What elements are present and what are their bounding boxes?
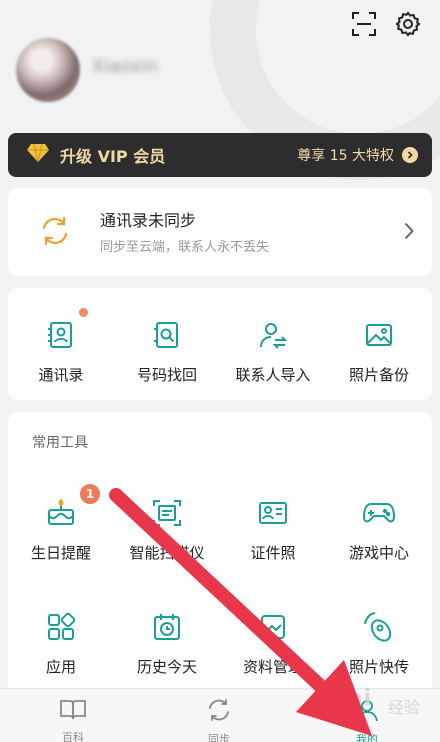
watermark-caption: 经验 — [388, 698, 421, 717]
tool-photo-transfer[interactable]: 照片快传 — [326, 610, 432, 677]
diamond-icon — [26, 143, 50, 167]
tab-label: 同步 — [208, 733, 230, 742]
history-today-icon — [150, 610, 184, 644]
gear-icon[interactable] — [392, 8, 424, 40]
contacts-sync-card[interactable]: 通讯录未同步 同步至云端，联系人永不丢失 — [8, 188, 432, 276]
tool-apps[interactable]: 应用 — [8, 610, 114, 677]
birthday-cake-icon: 1 — [44, 484, 100, 530]
gamepad-icon — [362, 496, 396, 530]
sync-title: 通讯录未同步 — [100, 211, 197, 230]
contact-import-icon — [256, 318, 290, 352]
nickname[interactable]: Xiaoxin — [92, 56, 158, 77]
tool-label: 智能扫描仪 — [129, 544, 205, 562]
photo-transfer-icon — [362, 610, 396, 644]
scan-icon[interactable] — [348, 8, 380, 40]
quick-action-label: 联系人导入 — [235, 366, 311, 384]
quick-action-label: 号码找回 — [136, 366, 197, 384]
notification-badge: 1 — [80, 484, 100, 504]
quick-action-photo-backup[interactable]: 照片备份 — [326, 318, 432, 385]
vip-upgrade-banner[interactable]: 升级 VIP 会员 尊享 15 大特权 — [8, 133, 432, 177]
tool-birthday-reminder[interactable]: 1 生日提醒 — [8, 484, 114, 563]
common-tools-card: 常用工具 1 生日提醒 智能扫描仪 证件照 游戏中心 应用 历史今天 资料管理 … — [8, 412, 432, 702]
contacts-icon — [44, 308, 88, 352]
chevron-right-icon — [402, 147, 418, 163]
tool-label: 历史今天 — [136, 658, 197, 676]
chevron-right-icon — [404, 222, 414, 244]
quick-action-number-recovery[interactable]: 号码找回 — [114, 318, 220, 385]
tool-label: 应用 — [45, 658, 76, 676]
tool-label: 照片快传 — [348, 658, 409, 676]
tool-label: 生日提醒 — [30, 544, 91, 562]
photo-backup-icon — [362, 318, 396, 352]
tools-section-title: 常用工具 — [32, 435, 88, 451]
smart-scanner-icon — [150, 496, 184, 530]
data-manage-icon — [256, 610, 290, 644]
quick-action-contacts[interactable]: 通讯录 — [8, 308, 114, 385]
book-icon — [59, 697, 87, 725]
tool-label: 证件照 — [250, 544, 296, 562]
bottom-tab-bar: 百科 同步 我的 — [0, 688, 440, 742]
id-photo-icon — [256, 496, 290, 530]
tool-label: 资料管理 — [242, 658, 303, 676]
tool-id-photo[interactable]: 证件照 — [220, 496, 326, 563]
tool-smart-scanner[interactable]: 智能扫描仪 — [114, 496, 220, 563]
sync-icon — [206, 697, 232, 727]
tool-label: 游戏中心 — [348, 544, 409, 562]
watermark-logo: Bai — [330, 686, 373, 711]
tool-game-center[interactable]: 游戏中心 — [326, 496, 432, 563]
tool-history-today[interactable]: 历史今天 — [114, 610, 220, 677]
tab-label: 百科 — [62, 731, 84, 742]
quick-action-label: 通讯录 — [38, 366, 84, 384]
tab-encyclopedia[interactable]: 百科 — [0, 689, 146, 742]
quick-action-contact-import[interactable]: 联系人导入 — [220, 318, 326, 385]
quick-action-label: 照片备份 — [348, 366, 409, 384]
tab-label: 我的 — [356, 733, 378, 742]
tool-data-management[interactable]: 资料管理 — [220, 610, 326, 677]
sync-icon — [38, 214, 72, 252]
vip-privileges[interactable]: 尊享 15 大特权 — [297, 145, 418, 165]
number-recovery-icon — [150, 318, 184, 352]
vip-privileges-label: 尊享 15 大特权 — [297, 148, 394, 164]
notification-dot — [79, 308, 88, 317]
avatar[interactable] — [16, 38, 80, 102]
apps-icon — [44, 610, 78, 644]
quick-actions-card: 通讯录 号码找回 联系人导入 照片备份 — [8, 288, 432, 400]
sync-subtitle: 同步至云端，联系人永不丢失 — [100, 240, 270, 255]
vip-title: 升级 VIP 会员 — [60, 147, 166, 166]
tab-sync[interactable]: 同步 — [146, 689, 292, 742]
